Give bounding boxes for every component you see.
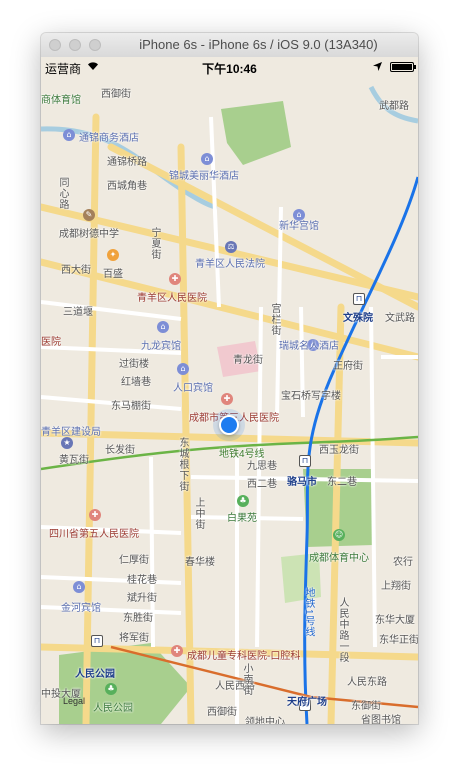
map-label: 东华正街 xyxy=(379,635,418,646)
government-icon[interactable]: ★ xyxy=(61,437,73,449)
legal-link[interactable]: Legal xyxy=(63,696,85,706)
close-window-button[interactable] xyxy=(49,39,61,51)
map-label: 农行 xyxy=(393,557,413,568)
map-label: 武都路 xyxy=(379,101,409,112)
map-label: 骆马市 xyxy=(287,477,317,488)
battery-icon xyxy=(390,62,416,72)
map-label: 上中街 xyxy=(193,497,204,530)
hospital-icon[interactable]: ✚ xyxy=(169,273,181,285)
map-label: 东胜街 xyxy=(123,613,153,624)
map-label: 过街楼 xyxy=(119,359,149,370)
metro-station-icon[interactable]: ⊓ xyxy=(353,293,365,305)
map-label: 四川省第五人民医院 xyxy=(49,529,139,540)
hotel-icon[interactable]: ⌂ xyxy=(73,581,85,593)
map-label: 商体育馆 xyxy=(41,95,81,106)
map-label: 青羊区人民医院 xyxy=(137,293,207,304)
title-bar: iPhone 6s - iPhone 6s / iOS 9.0 (13A340) xyxy=(41,33,418,58)
map-label: 百盛 xyxy=(103,269,123,280)
map-label: 桂花巷 xyxy=(127,575,157,586)
hotel-icon[interactable]: ⌂ xyxy=(157,321,169,333)
map-label: 将军街 xyxy=(119,633,149,644)
map-label: 通锦桥路 xyxy=(107,157,147,168)
map-label: 同心路 xyxy=(57,177,68,210)
map-label: 九思巷 xyxy=(247,461,277,472)
map-label: 领地中心 xyxy=(245,717,285,724)
map-label: 宁夏街 xyxy=(149,227,160,260)
hotel-icon[interactable]: ⌂ xyxy=(201,153,213,165)
map-label: 宝石桥写字楼 xyxy=(281,391,341,402)
phone-screen: 运营商 下午10:46 ⌂ ⌂ ✎ ⌂ ✦ ⚖ ✚ ⌂ ⌂ ⌂ ✚ ★ ♣ ✚ … xyxy=(41,57,418,724)
map-label: 仁厚街 xyxy=(119,555,149,566)
map-label: 天府广场 xyxy=(287,697,327,708)
hospital-icon[interactable]: ✚ xyxy=(171,645,183,657)
hotel-icon[interactable]: ⌂ xyxy=(177,363,189,375)
map-label: 成都儿童专科医院-口腔科 xyxy=(187,651,301,662)
map-label: 人民东路 xyxy=(347,677,387,688)
location-arrow-icon xyxy=(373,60,382,74)
map-label: 西御街 xyxy=(101,89,131,100)
map-label: 西玉龙街 xyxy=(319,445,359,456)
map-label: 新华宫馆 xyxy=(279,221,319,232)
park-icon[interactable]: ♣ xyxy=(105,683,117,695)
school-icon[interactable]: ✎ xyxy=(83,209,95,221)
map-label: 文殊院 xyxy=(343,313,373,324)
shopping-icon[interactable]: ✦ xyxy=(107,249,119,261)
map-label: 东城根下街 xyxy=(177,437,188,492)
map-label: 正府街 xyxy=(333,361,363,372)
hospital-icon[interactable]: ✚ xyxy=(89,509,101,521)
map-view[interactable] xyxy=(41,57,418,724)
map-label: 瑞城名人酒店 xyxy=(279,341,339,352)
map-label: 西大街 xyxy=(61,265,91,276)
map-label: 西城角巷 xyxy=(107,181,147,192)
map-label: 斌升街 xyxy=(127,593,157,604)
status-bar: 运营商 下午10:46 xyxy=(41,57,418,77)
map-label: 省图书馆 xyxy=(361,715,401,724)
minimize-window-button[interactable] xyxy=(69,39,81,51)
stadium-icon[interactable]: ☺ xyxy=(333,529,345,541)
map-label: 人民中路一段 xyxy=(337,597,348,663)
map-label: 白果苑 xyxy=(227,513,257,524)
map-label: 上翔街 xyxy=(381,581,411,592)
map-label: 人口宾馆 xyxy=(173,383,213,394)
current-location-dot[interactable] xyxy=(219,415,239,435)
hotel-icon[interactable]: ⌂ xyxy=(63,129,75,141)
map-label: 黄瓦街 xyxy=(59,455,89,466)
status-time: 下午10:46 xyxy=(202,62,257,76)
map-label: 成都体育中心 xyxy=(309,553,369,564)
hospital-icon[interactable]: ✚ xyxy=(221,393,233,405)
map-label: 西御街 xyxy=(207,707,237,718)
map-label: 小南街 xyxy=(241,663,252,696)
map-label: 人民公园 xyxy=(75,669,115,680)
map-label: 锦城美丽华酒店 xyxy=(169,171,239,182)
metro-station-icon[interactable]: ⊓ xyxy=(299,455,311,467)
map-label: 青羊区建设局 xyxy=(41,427,101,438)
map-label: 西二巷 xyxy=(247,479,277,490)
map-label: 红墙巷 xyxy=(121,377,151,388)
map-label: 长发街 xyxy=(105,445,135,456)
map-label: 成都树德中学 xyxy=(59,229,119,240)
metro-station-icon[interactable]: ⊓ xyxy=(91,635,103,647)
map-label: 地铁1号线 xyxy=(303,587,314,638)
simulator-window: iPhone 6s - iPhone 6s / iOS 9.0 (13A340) xyxy=(41,33,418,724)
map-label: 九龙宾馆 xyxy=(141,341,181,352)
map-label: 人民公园 xyxy=(93,703,133,714)
map-label: 医院 xyxy=(41,337,61,348)
map-label: 东御街 xyxy=(351,701,381,712)
map-label: 青羊区人民法院 xyxy=(195,259,265,270)
map-label: 东华大厦 xyxy=(375,615,415,626)
court-icon[interactable]: ⚖ xyxy=(225,241,237,253)
window-title: iPhone 6s - iPhone 6s / iOS 9.0 (13A340) xyxy=(139,37,378,52)
map-label: 青龙街 xyxy=(233,355,263,366)
map-label: 三道堰 xyxy=(63,307,93,318)
map-label: 通锦商务酒店 xyxy=(79,133,139,144)
map-label: 东二巷 xyxy=(327,477,357,488)
map-label: 宫栏街 xyxy=(269,303,280,336)
map-label: 东马棚街 xyxy=(111,401,151,412)
map-label: 金河宾馆 xyxy=(61,603,101,614)
park-icon[interactable]: ♣ xyxy=(237,495,249,507)
map-label: 春华楼 xyxy=(185,557,215,568)
map-label: 文武路 xyxy=(385,313,415,324)
